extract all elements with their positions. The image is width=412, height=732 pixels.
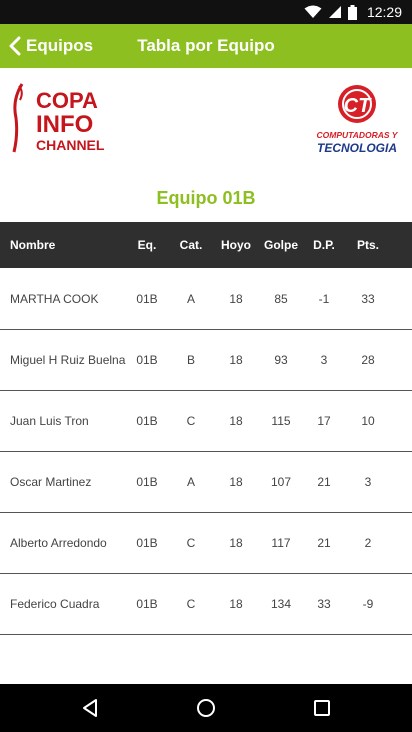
ct-logo-line2: TECNOLOGIA	[317, 141, 397, 155]
header-dp: D.P.	[313, 238, 335, 252]
cell-name: Miguel H Ruiz Buelna	[10, 353, 126, 367]
back-icon	[83, 699, 97, 717]
table-header: Nombre Eq. Cat. Hoyo Golpe D.P. Pts.	[0, 222, 412, 268]
cell-dp: 33	[317, 597, 331, 611]
cell-eq: 01B	[136, 414, 158, 428]
cell-name: Oscar Martinez	[10, 475, 92, 489]
cell-dp: 21	[317, 536, 331, 550]
status-icons: 12:29	[304, 0, 402, 24]
signal-icon	[328, 6, 341, 18]
cell-eq: 01B	[136, 292, 158, 306]
cell-pts: 33	[361, 292, 375, 306]
copa-info-channel-logo: COPA INFO CHANNEL	[12, 83, 105, 153]
cell-pts: 10	[361, 414, 375, 428]
header-eq: Eq.	[137, 238, 157, 252]
copa-logo-line1: COPA	[36, 88, 98, 113]
cell-golpe: 93	[274, 353, 288, 367]
table-row: Miguel H Ruiz Buelna 01B B 18 93 3 28	[0, 330, 412, 391]
page-title: Tabla por Equipo	[137, 36, 275, 55]
cell-cat: C	[186, 597, 196, 611]
wifi-icon	[304, 5, 322, 18]
cell-pts: 2	[364, 536, 372, 550]
table-row: MARTHA COOK 01B A 18 85 -1 33	[0, 269, 412, 330]
header-cat: Cat.	[179, 238, 203, 252]
header-pts: Pts.	[356, 238, 379, 252]
cell-golpe: 134	[270, 597, 292, 611]
cell-eq: 01B	[136, 536, 158, 550]
status-bar: 12:29	[0, 0, 412, 24]
cell-hoyo: 18	[229, 292, 243, 306]
table-row: Alberto Arredondo 01B C 18 117 21 2	[0, 513, 412, 574]
cell-golpe: 117	[271, 536, 291, 550]
nav-recents-button[interactable]	[298, 684, 346, 732]
system-nav-bar	[0, 684, 412, 732]
header-hoyo: Hoyo	[221, 238, 251, 252]
cell-name: Alberto Arredondo	[10, 536, 107, 550]
nav-home-button[interactable]	[182, 684, 230, 732]
cell-pts: 28	[361, 353, 375, 367]
nav-back-button[interactable]	[66, 684, 114, 732]
table-row: Federico Cuadra 01B C 18 134 33 -9	[0, 574, 412, 635]
cell-dp: 17	[317, 414, 331, 428]
cell-name: MARTHA COOK	[10, 292, 99, 306]
cell-cat: C	[186, 536, 196, 550]
status-time: 12:29	[366, 4, 402, 20]
cell-dp: 3	[320, 353, 328, 367]
team-title: Equipo 01B	[156, 188, 256, 208]
cell-cat: A	[186, 292, 195, 306]
cell-golpe: 115	[271, 414, 291, 428]
app-bar: Equipos Tabla por Equipo	[0, 24, 412, 68]
ct-logo-mark: CT	[344, 95, 372, 117]
cell-hoyo: 18	[229, 536, 243, 550]
cell-pts: 3	[364, 475, 372, 489]
cell-eq: 01B	[136, 475, 158, 489]
cell-eq: 01B	[136, 597, 158, 611]
sponsor-logos: COPA INFO CHANNEL CT COMPUTADORAS Y TECN…	[0, 68, 412, 168]
cell-pts: -9	[362, 597, 374, 611]
home-icon	[197, 699, 215, 717]
ct-logo-line1: COMPUTADORAS Y	[317, 130, 399, 140]
cell-dp: 21	[317, 475, 331, 489]
cell-golpe: 107	[270, 475, 292, 489]
copa-logo-line3: CHANNEL	[36, 137, 105, 153]
cell-dp: -1	[318, 292, 330, 306]
header-name: Nombre	[10, 238, 56, 252]
cell-cat: A	[186, 475, 195, 489]
cell-cat: C	[186, 414, 196, 428]
cell-golpe: 85	[274, 292, 288, 306]
cell-hoyo: 18	[229, 353, 243, 367]
recents-icon	[314, 700, 330, 716]
copa-logo-line2: INFO	[36, 111, 93, 138]
battery-icon	[347, 4, 357, 20]
table-row: Oscar Martinez 01B A 18 107 21 3	[0, 452, 412, 513]
cell-hoyo: 18	[229, 597, 243, 611]
cell-hoyo: 18	[229, 475, 243, 489]
table-row: Juan Luis Tron 01B C 18 115 17 10	[0, 391, 412, 452]
cell-hoyo: 18	[229, 414, 243, 428]
cell-cat: B	[186, 353, 195, 367]
cell-eq: 01B	[136, 353, 158, 367]
cell-name: Juan Luis Tron	[10, 414, 89, 428]
ct-logo: CT COMPUTADORAS Y TECNOLOGIA	[317, 85, 399, 155]
cell-name: Federico Cuadra	[10, 597, 100, 611]
header-golpe: Golpe	[264, 238, 299, 252]
